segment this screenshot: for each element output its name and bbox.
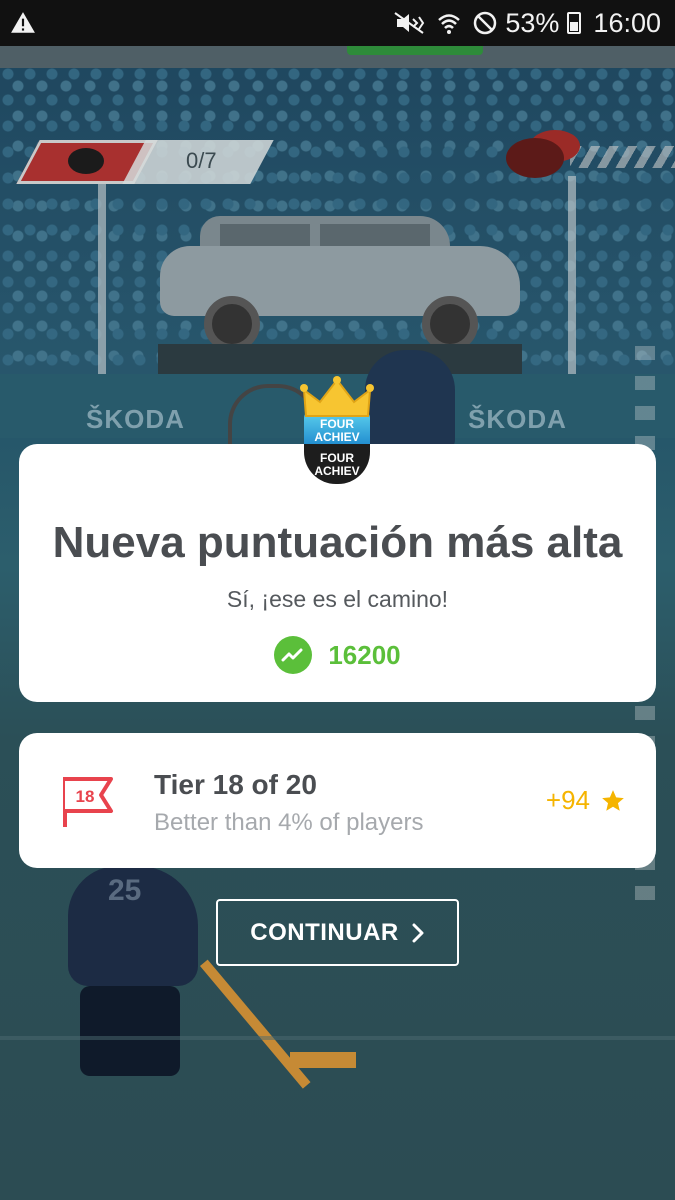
rink-line bbox=[0, 1036, 675, 1040]
hockey-stick bbox=[200, 959, 311, 1089]
fire-puck-icon bbox=[506, 138, 564, 178]
battery-percent: 53% bbox=[505, 7, 560, 38]
status-bar: 53% 16:00 bbox=[0, 0, 675, 46]
screen: 53% 16:00 0/7 ŠKODA ŠKODA 25 Nueva puntu… bbox=[0, 0, 675, 1200]
star-icon bbox=[602, 789, 624, 811]
warning-icon bbox=[11, 12, 35, 33]
continue-button[interactable]: CONTINUAR bbox=[216, 899, 459, 966]
highscore-subtitle: Sí, ¡ese es el camino! bbox=[226, 586, 449, 612]
clock: 16:00 bbox=[593, 7, 661, 38]
tier-title: Tier 18 of 20 bbox=[154, 769, 317, 800]
chevron-right-icon bbox=[412, 923, 424, 942]
sponsor-logo-left: ŠKODA bbox=[86, 404, 185, 434]
continue-button-label: CONTINUAR bbox=[250, 918, 399, 946]
goal-post-right bbox=[568, 176, 576, 396]
tier-points: +94 bbox=[546, 785, 626, 816]
tier-subtitle: Better than 4% of players bbox=[154, 809, 424, 836]
flag-icon: 18 bbox=[63, 777, 113, 827]
flag-number: 18 bbox=[76, 787, 95, 806]
car-podium bbox=[158, 344, 522, 374]
puck-icon bbox=[68, 148, 104, 174]
car-image bbox=[160, 216, 520, 352]
goalie bbox=[365, 350, 455, 450]
do-not-disturb-icon bbox=[473, 11, 497, 35]
tier-card: 18 Tier 18 of 20 Better than 4% of playe… bbox=[19, 733, 656, 868]
sponsor-logo-right: ŠKODA bbox=[468, 404, 567, 434]
highscore-title: Nueva puntuación más alta bbox=[52, 518, 623, 567]
shot-counter: 0/7 bbox=[16, 140, 274, 184]
player: 25 bbox=[58, 866, 208, 1096]
badge-text-bottom: FOUR ACHIEV bbox=[314, 451, 360, 478]
mute-icon bbox=[393, 11, 425, 35]
stick-blade bbox=[290, 1052, 356, 1068]
tier-points-value: +94 bbox=[545, 785, 590, 815]
shot-counter-text: 0/7 bbox=[186, 148, 217, 173]
score-row: 16200 bbox=[19, 636, 656, 674]
crown-icon bbox=[300, 376, 374, 417]
battery-icon bbox=[567, 12, 582, 34]
player-number: 25 bbox=[108, 874, 142, 907]
goal-post-left bbox=[98, 176, 106, 396]
achievement-badge: FOUR ACHIEV FOUR ACHIEV bbox=[296, 376, 378, 486]
decorative-stripes bbox=[570, 146, 675, 168]
highscore-value: 16200 bbox=[328, 639, 401, 670]
trend-up-icon bbox=[274, 636, 313, 674]
wifi-icon bbox=[437, 11, 461, 35]
top-strip bbox=[0, 46, 675, 68]
top-green-tab bbox=[347, 46, 483, 55]
